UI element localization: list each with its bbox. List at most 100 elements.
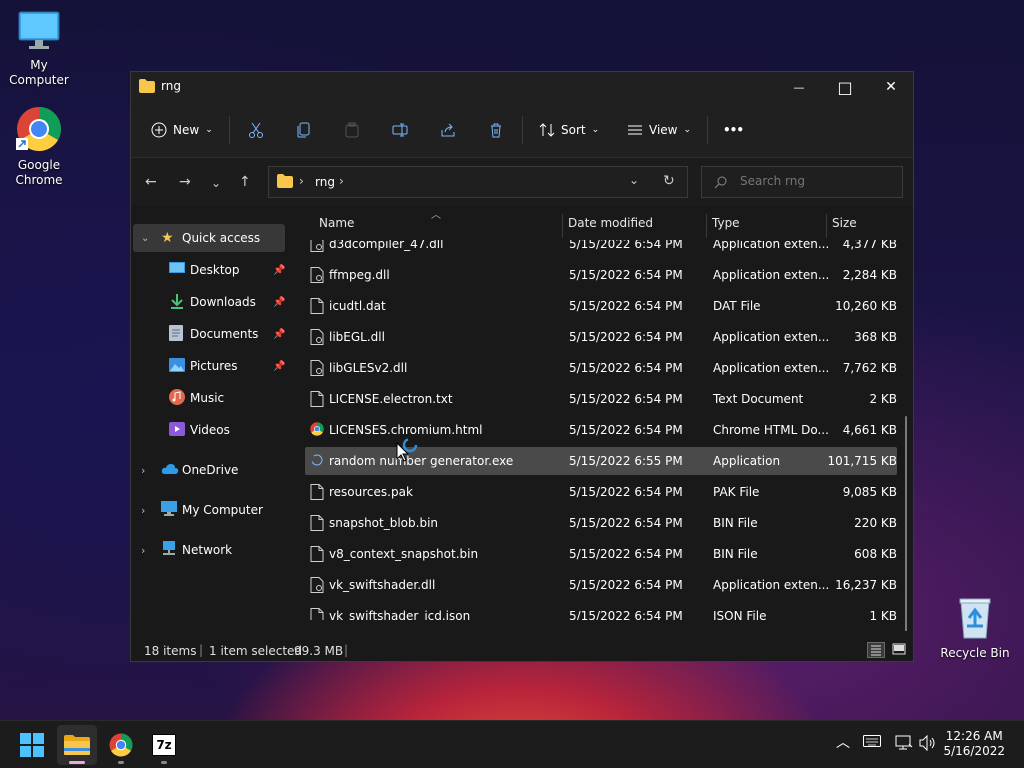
- sidebar-item-network[interactable]: › Network: [133, 536, 285, 564]
- details-view-button[interactable]: [867, 642, 885, 658]
- address-dropdown-icon[interactable]: ⌄: [629, 173, 639, 187]
- file-row[interactable]: LICENSE.electron.txt 5/15/2022 6:54 PM Tex…: [305, 385, 897, 413]
- desktop-icon-recycle-bin[interactable]: Recycle Bin: [937, 596, 1013, 661]
- file-list: ︿ Name Date modified Type Size d3dcompil…: [303, 206, 915, 631]
- selection-count: 1 item selected: [209, 644, 303, 658]
- file-row[interactable]: icudtl.dat 5/15/2022 6:54 PM DAT File 10,26…: [305, 292, 897, 320]
- column-header-name[interactable]: Name: [319, 216, 354, 238]
- up-button[interactable]: ↑: [239, 174, 251, 190]
- pin-icon[interactable]: 📌: [273, 361, 285, 372]
- file-type: PAK File: [713, 485, 760, 499]
- file-row[interactable]: random number generator.exe 5/15/2022 6:5…: [305, 447, 897, 475]
- rename-button[interactable]: [392, 118, 408, 142]
- item-count: 18 items: [144, 644, 197, 658]
- file-icon: [310, 546, 324, 562]
- file-row[interactable]: vk_swiftshader.dll 5/15/2022 6:54 PM Appli…: [305, 571, 897, 599]
- large-icons-view-button[interactable]: [891, 642, 907, 658]
- breadcrumb-separator: ›: [339, 174, 344, 188]
- music-icon: [169, 388, 185, 408]
- more-icon: •••: [723, 123, 744, 137]
- file-type: Application exten...: [713, 361, 830, 375]
- more-options-button[interactable]: •••: [723, 118, 744, 142]
- close-button[interactable]: ✕: [868, 72, 914, 102]
- file-row[interactable]: vk_swiftshader_icd.json 5/15/2022 6:54 PM…: [305, 602, 897, 620]
- forward-button[interactable]: →: [179, 174, 191, 190]
- file-type: Chrome HTML Do...: [713, 423, 829, 437]
- vertical-scrollbar-thumb[interactable]: [905, 416, 907, 631]
- minimize-button[interactable]: —: [776, 72, 822, 102]
- file-name: ffmpeg.dll: [329, 268, 390, 282]
- keyboard-icon[interactable]: [863, 735, 881, 751]
- sort-button[interactable]: Sort ⌄: [539, 118, 599, 142]
- search-input[interactable]: [738, 173, 892, 189]
- new-button[interactable]: New ⌄: [151, 118, 213, 142]
- recent-locations-button[interactable]: ⌄: [211, 176, 221, 190]
- sidebar-item-desktop[interactable]: Desktop 📌: [133, 256, 285, 284]
- file-row[interactable]: snapshot_blob.bin 5/15/2022 6:54 PM BIN Fi…: [305, 509, 897, 537]
- sidebar-item-quick-access[interactable]: ⌄ ★ Quick access: [133, 224, 285, 252]
- sidebar-item-label: OneDrive: [182, 463, 239, 477]
- sidebar-item-videos[interactable]: Videos: [133, 416, 285, 444]
- file-row[interactable]: LICENSES.chromium.html 5/15/2022 6:54 PM C…: [305, 416, 897, 444]
- file-size: 2,284 KB: [842, 268, 897, 282]
- share-button[interactable]: [440, 118, 456, 142]
- sidebar-item-my-computer[interactable]: › My Computer: [133, 496, 285, 524]
- view-button[interactable]: View ⌄: [627, 118, 691, 142]
- sidebar-item-label: Quick access: [182, 231, 261, 245]
- file-row[interactable]: libGLESv2.dll 5/15/2022 6:54 PM Applicatio…: [305, 354, 897, 382]
- file-row[interactable]: ffmpeg.dll 5/15/2022 6:54 PM Application e…: [305, 261, 897, 289]
- column-header-date[interactable]: Date modified: [568, 216, 653, 238]
- column-header-size[interactable]: Size: [832, 216, 857, 238]
- clock[interactable]: 12:26 AM 5/16/2022: [943, 729, 1005, 759]
- file-date-modified: 5/15/2022 6:54 PM: [569, 516, 683, 530]
- column-divider[interactable]: [826, 214, 827, 238]
- pin-icon[interactable]: 📌: [273, 297, 285, 308]
- taskbar-file-explorer[interactable]: [57, 725, 97, 765]
- refresh-icon[interactable]: ↻: [663, 173, 675, 189]
- sidebar-item-label: Desktop: [190, 263, 240, 277]
- file-name: icudtl.dat: [329, 299, 386, 313]
- file-row[interactable]: resources.pak 5/15/2022 6:54 PM PAK File 9,…: [305, 478, 897, 506]
- sidebar-item-documents[interactable]: Documents 📌: [133, 320, 285, 348]
- copy-button[interactable]: [296, 118, 312, 142]
- large-icons-view-icon: [892, 643, 906, 655]
- file-size: 368 KB: [854, 330, 897, 344]
- file-name: snapshot_blob.bin: [329, 516, 439, 530]
- file-name: vk_swiftshader.dll: [329, 578, 436, 592]
- new-label: New: [173, 123, 200, 137]
- desktop-icon-google-chrome[interactable]: Google Chrome: [1, 106, 77, 188]
- column-divider[interactable]: [562, 214, 563, 238]
- show-hidden-icons-button[interactable]: ︿: [836, 732, 850, 752]
- sidebar-item-music[interactable]: Music: [133, 384, 285, 412]
- maximize-icon: □: [837, 77, 853, 97]
- column-divider[interactable]: [706, 214, 707, 238]
- column-header-type[interactable]: Type: [712, 216, 740, 238]
- pin-icon[interactable]: 📌: [273, 329, 285, 340]
- volume-icon[interactable]: [919, 734, 937, 755]
- sidebar-item-downloads[interactable]: Downloads 📌: [133, 288, 285, 316]
- cut-button[interactable]: [248, 118, 264, 142]
- taskbar-7zip[interactable]: 7z: [144, 725, 184, 765]
- search-box[interactable]: [701, 166, 903, 198]
- desktop-icon-my-computer[interactable]: My Computer: [1, 10, 77, 88]
- taskbar-chrome[interactable]: [101, 725, 141, 765]
- file-name: resources.pak: [329, 485, 413, 499]
- file-row[interactable]: libEGL.dll 5/15/2022 6:54 PM Application e…: [305, 323, 897, 351]
- title-bar[interactable]: rng — □ ✕: [131, 72, 913, 102]
- sidebar-item-label: Network: [182, 543, 233, 557]
- maximize-button[interactable]: □: [822, 72, 868, 102]
- file-date-modified: 5/15/2022 6:54 PM: [569, 240, 683, 251]
- delete-button[interactable]: [488, 118, 504, 142]
- desktop-icon-label: Google Chrome: [15, 158, 63, 187]
- back-button[interactable]: ←: [145, 174, 157, 190]
- start-button[interactable]: [12, 725, 52, 765]
- pin-icon[interactable]: 📌: [273, 265, 285, 276]
- sidebar-item-pictures[interactable]: Pictures 📌: [133, 352, 285, 380]
- network-status-icon[interactable]: [895, 735, 913, 755]
- address-bar[interactable]: › rng › ⌄ ↻: [268, 166, 688, 198]
- paste-button[interactable]: [344, 118, 360, 142]
- file-row[interactable]: v8_context_snapshot.bin 5/15/2022 6:54 PM…: [305, 540, 897, 568]
- sidebar-item-onedrive[interactable]: › OneDrive: [133, 456, 285, 484]
- file-row[interactable]: d3dcompiler_47.dll 5/15/2022 6:54 PM Appli…: [305, 240, 897, 258]
- breadcrumb-rng[interactable]: rng: [315, 175, 335, 189]
